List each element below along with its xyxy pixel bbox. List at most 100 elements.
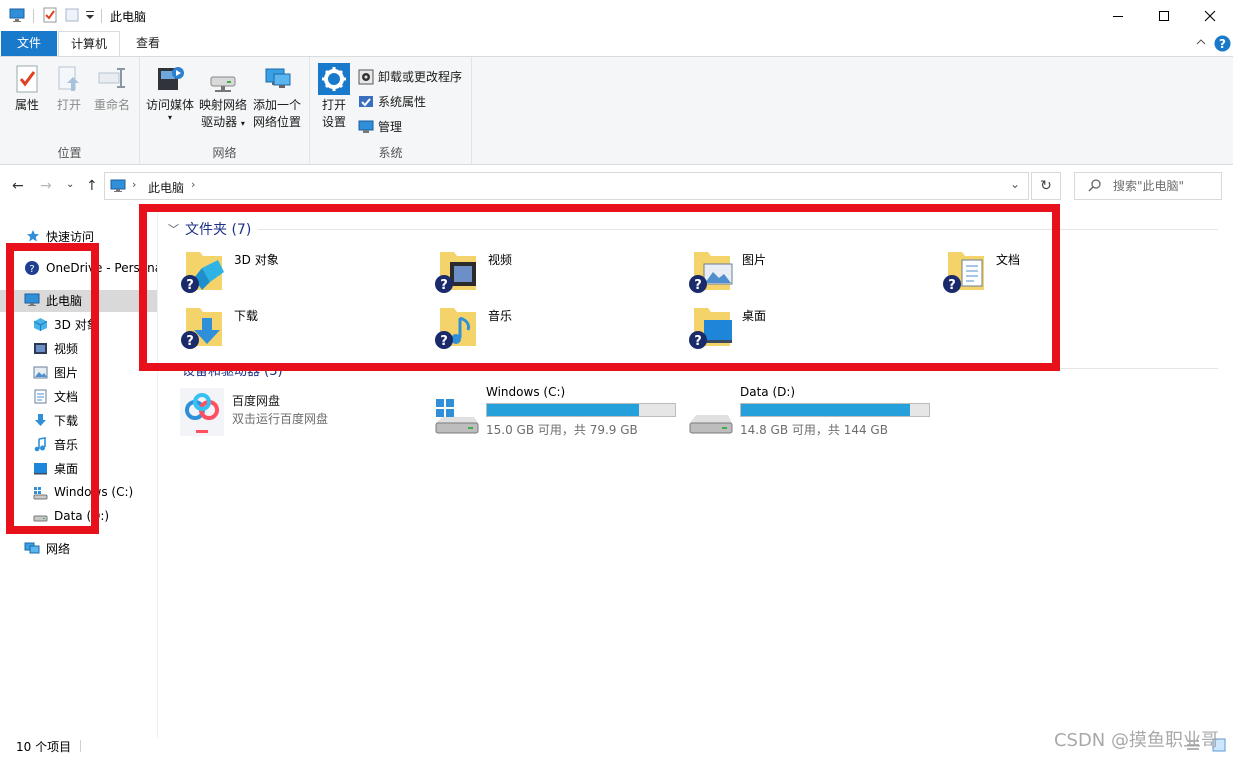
- nav-item-documents[interactable]: 文档: [33, 385, 78, 407]
- svg-text:?: ?: [440, 278, 448, 293]
- nav-item-data-drive[interactable]: Data (D:): [33, 505, 109, 527]
- ribbon-group-label: 系统: [378, 146, 403, 160]
- baidu-netdisk-icon: [180, 388, 224, 436]
- nav-item-this-pc[interactable]: 此电脑: [24, 289, 82, 311]
- nav-item-pictures[interactable]: 图片: [33, 361, 78, 383]
- nav-item-music[interactable]: 音乐: [33, 433, 78, 455]
- recent-locations-chevron-icon[interactable]: ⌄: [66, 179, 74, 190]
- nav-label: 下载: [54, 413, 79, 428]
- add-network-location-button[interactable]: 添加一个 网络位置: [250, 63, 304, 131]
- folder-desktop[interactable]: ? 桌面: [688, 304, 928, 356]
- nav-item-videos[interactable]: 视频: [33, 337, 78, 359]
- music-icon: [34, 436, 46, 451]
- map-drive-label-line2: 驱动器 ▾: [201, 115, 245, 129]
- drive-c[interactable]: Windows (C:) 15.0 GB 可用，共 79.9 GB: [434, 385, 684, 441]
- star-icon: [27, 230, 39, 242]
- open-settings-button[interactable]: 打开 设置: [316, 63, 352, 131]
- nav-item-network[interactable]: 网络: [24, 537, 70, 559]
- help-icon[interactable]: ?: [1214, 35, 1231, 55]
- computer-icon[interactable]: [9, 7, 25, 26]
- properties-icon[interactable]: [42, 7, 58, 26]
- drive-name: Windows (C:): [486, 385, 566, 399]
- devices-group-header[interactable]: 设备和驱动器 (3): [182, 360, 283, 379]
- address-history-chevron-icon[interactable]: ⌄: [1010, 177, 1020, 191]
- nav-label: 桌面: [54, 461, 79, 476]
- manage-label: 管理: [378, 120, 403, 134]
- ribbon-group-label: 网络: [212, 146, 237, 160]
- folder-downloads[interactable]: ? 下载: [180, 304, 420, 356]
- maximize-button[interactable]: [1141, 0, 1187, 31]
- folders-group-header[interactable]: ﹀ 文件夹 (7): [168, 219, 251, 239]
- breadcrumb-chevron-icon[interactable]: ›: [132, 178, 136, 191]
- nav-item-onedrive[interactable]: ? OneDrive - Persona: [24, 257, 158, 279]
- back-arrow-icon[interactable]: ←: [12, 178, 24, 194]
- system-properties-icon: [359, 95, 373, 107]
- nav-label: 文档: [54, 389, 79, 404]
- nav-label: 视频: [54, 341, 79, 356]
- nav-item-quick-access[interactable]: 快速访问: [26, 225, 94, 247]
- uninstall-programs-button[interactable]: 卸载或更改程序: [358, 68, 462, 85]
- computer-icon: [110, 178, 126, 197]
- breadcrumb[interactable]: 此电脑: [148, 179, 184, 196]
- access-media-button[interactable]: 访问媒体 ▾: [144, 63, 196, 122]
- manage-button[interactable]: 管理: [358, 118, 402, 135]
- downloads-folder-icon: ?: [181, 308, 222, 349]
- folder-music[interactable]: ? 音乐: [434, 304, 674, 356]
- nav-label: OneDrive - Persona: [46, 261, 158, 275]
- ribbon-tabs: 文件 计算机 查看: [0, 31, 1233, 57]
- folder-videos[interactable]: ? 视频: [434, 248, 674, 300]
- status-bar: 10 个项目: [0, 736, 1233, 758]
- nav-label: 快速访问: [46, 229, 95, 244]
- ribbon-group-location: 属性 打开 重命名 位置: [0, 57, 140, 165]
- map-drive-label-line1: 映射网络: [198, 98, 247, 112]
- collapse-ribbon-icon[interactable]: [1196, 36, 1206, 50]
- tab-view[interactable]: 查看: [124, 31, 172, 56]
- nav-item-windows-drive[interactable]: Windows (C:): [33, 481, 133, 503]
- dropdown-arrow-icon: ▾: [167, 113, 172, 122]
- close-button[interactable]: [1187, 0, 1233, 31]
- svg-text:?: ?: [948, 278, 956, 293]
- ribbon: 属性 打开 重命名 位置 访问媒体 ▾ 映射网络 驱动器 ▾ 添加一个 网络位置…: [0, 56, 1233, 165]
- folder-pictures[interactable]: ? 图片: [688, 248, 928, 300]
- documents-icon: [34, 389, 47, 403]
- nav-item-downloads[interactable]: 下载: [33, 409, 78, 431]
- folder-documents[interactable]: ? 文档: [942, 248, 1182, 300]
- uninstall-icon: [358, 69, 374, 84]
- drive-usage-bar: [486, 403, 676, 417]
- divider: [80, 740, 81, 752]
- drive-usage-fill: [487, 404, 640, 416]
- minimize-icon: [1113, 15, 1123, 17]
- svg-text:?: ?: [694, 278, 702, 293]
- divider: [101, 9, 102, 23]
- up-arrow-icon[interactable]: ↑: [86, 178, 98, 194]
- tab-file[interactable]: 文件: [1, 31, 57, 56]
- minimize-button[interactable]: [1095, 0, 1141, 31]
- rename-icon: [98, 68, 125, 88]
- refresh-button[interactable]: ↻: [1031, 172, 1061, 200]
- new-folder-icon[interactable]: [64, 7, 80, 26]
- open-settings-label-line2: 设置: [321, 115, 346, 129]
- drive-free-space: 14.8 GB 可用，共 144 GB: [740, 423, 888, 437]
- nav-label: 此电脑: [46, 293, 83, 308]
- customize-quick-access-icon[interactable]: [85, 8, 95, 25]
- drive-d[interactable]: Data (D:) 14.8 GB 可用，共 144 GB: [688, 385, 938, 441]
- drive-icon: [33, 515, 48, 521]
- forward-arrow-icon[interactable]: →: [40, 178, 52, 194]
- nav-item-desktop[interactable]: 桌面: [33, 457, 78, 479]
- breadcrumb-chevron-icon[interactable]: ›: [191, 178, 195, 191]
- tab-computer[interactable]: 计算机: [58, 31, 120, 57]
- system-properties-button[interactable]: 系统属性: [358, 93, 426, 110]
- folder-3d-objects[interactable]: ? 3D 对象: [180, 248, 420, 300]
- open-settings-label-line1: 打开: [321, 98, 346, 112]
- divider: [258, 229, 1218, 230]
- app-baidu-netdisk[interactable]: 百度网盘 双击运行百度网盘: [180, 388, 430, 444]
- address-bar[interactable]: › 此电脑 › ⌄: [104, 172, 1029, 200]
- pictures-folder-icon: ?: [689, 252, 733, 293]
- divider: [33, 9, 34, 23]
- rename-button[interactable]: 重命名: [92, 63, 132, 114]
- properties-button[interactable]: 属性: [10, 63, 44, 114]
- rename-label: 重命名: [93, 98, 130, 112]
- nav-item-3d-objects[interactable]: 3D 对象: [33, 313, 99, 335]
- open-button[interactable]: 打开: [52, 63, 86, 114]
- map-network-drive-button[interactable]: 映射网络 驱动器 ▾: [198, 63, 248, 132]
